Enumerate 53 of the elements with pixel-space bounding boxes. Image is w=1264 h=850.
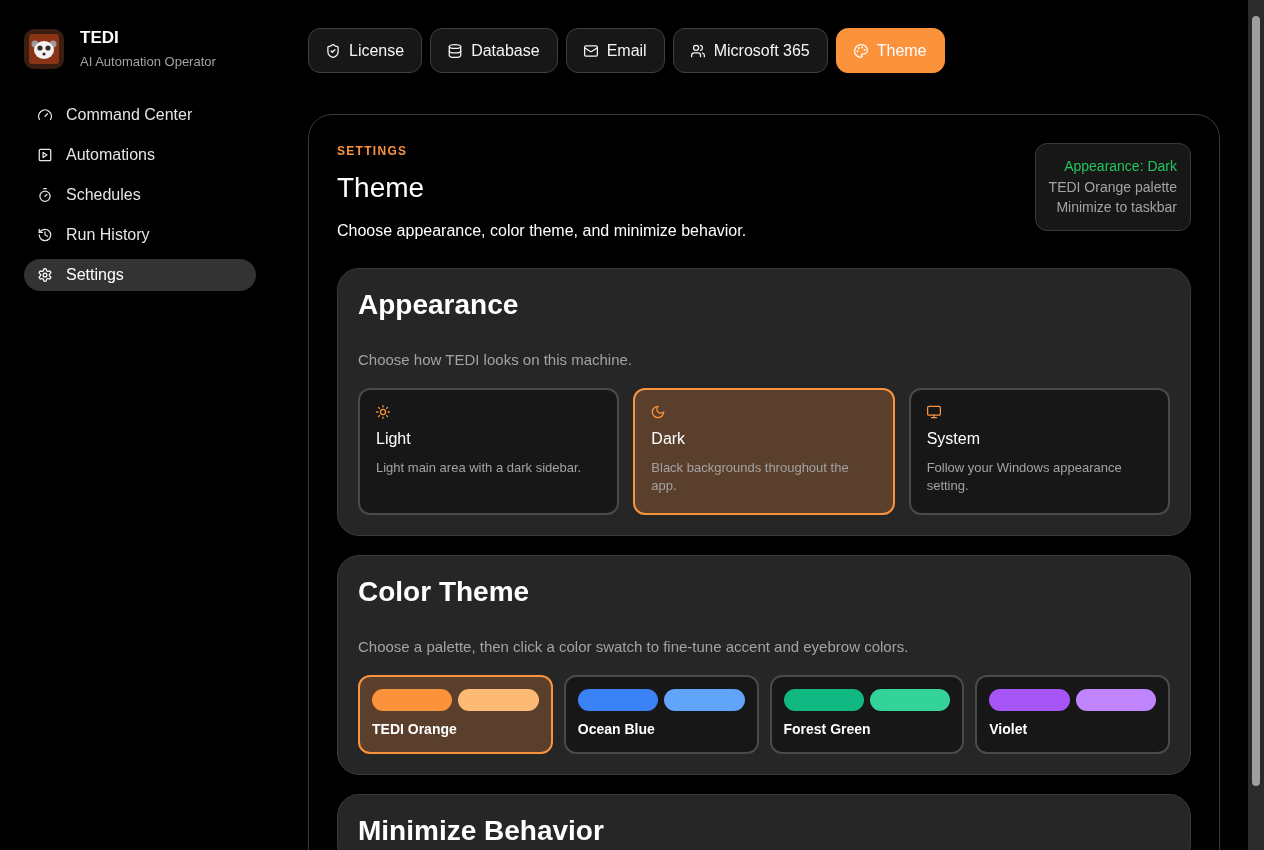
appearance-option[interactable]: Dark Black backgrounds throughout the app. (633, 388, 895, 515)
appearance-option[interactable]: Light Light main area with a dark sidebar. (358, 388, 620, 515)
appearance-option[interactable]: System Follow your Windows appearance setting. (908, 388, 1170, 515)
scrollbar[interactable] (1248, 0, 1264, 850)
section-title: Appearance (358, 290, 520, 320)
eyebrow-label: SETTINGS (337, 143, 409, 159)
swatch-icon[interactable] (458, 689, 539, 711)
moon-icon (651, 405, 666, 419)
sun-icon (376, 405, 390, 419)
summary-line: TEDI Orange palette (1048, 177, 1177, 197)
tab[interactable]: Email (565, 28, 665, 73)
tab[interactable]: Database (430, 28, 558, 73)
section-description: Choose a palette, then click a color swatch to fine-tune accent and eyebrow colors. (358, 638, 910, 656)
users-icon (690, 43, 705, 58)
section-description: Choose how TEDI looks on this machine. (358, 351, 634, 369)
summary-line: Minimize to taskbar (1055, 198, 1177, 217)
database-icon (448, 43, 463, 58)
shield-check-icon (326, 43, 340, 58)
sidebar-item[interactable]: Command Center (24, 99, 256, 131)
history-icon (38, 228, 52, 242)
section-title: Minimize Behavior (358, 816, 605, 846)
play-icon (38, 148, 52, 162)
mail-icon (583, 43, 598, 58)
swatch-icon[interactable] (989, 689, 1070, 711)
swatch-icon[interactable] (664, 689, 745, 711)
tab[interactable]: License (308, 28, 423, 73)
swatch-icon[interactable] (869, 689, 951, 711)
section-title: Color Theme (358, 577, 531, 607)
logo-icon (24, 29, 64, 69)
panel-title: Theme (337, 171, 426, 205)
tab[interactable]: Microsoft 365 (672, 28, 828, 73)
swatch-icon[interactable] (1075, 689, 1156, 711)
monitor-icon (926, 405, 941, 419)
summary-line: Appearance: Dark (1063, 157, 1177, 176)
palette-option[interactable]: Ocean Blue (563, 675, 759, 754)
sidebar-item[interactable]: Automations (24, 139, 256, 171)
palette-icon (853, 43, 868, 58)
palette-option[interactable]: Violet (975, 675, 1170, 754)
sidebar-item[interactable]: Settings (24, 259, 256, 291)
settings-icon (38, 268, 52, 282)
app-subtitle: AI Automation Operator (80, 54, 216, 70)
swatch-icon[interactable] (577, 689, 659, 711)
gauge-icon (38, 108, 52, 122)
sidebar-item[interactable]: Run History (24, 219, 256, 251)
swatch-icon[interactable] (783, 689, 864, 711)
app-name: TEDI (80, 28, 120, 48)
palette-option[interactable]: TEDI Orange (358, 675, 553, 754)
stopwatch-icon (38, 188, 52, 202)
scrollbar-thumb[interactable] (1252, 16, 1260, 786)
swatch-icon[interactable] (372, 689, 453, 711)
sidebar-item[interactable]: Schedules (24, 179, 256, 211)
panel-description: Choose appearance, color theme, and minimize behavior. (337, 221, 747, 241)
palette-option[interactable]: Forest Green (769, 675, 965, 754)
